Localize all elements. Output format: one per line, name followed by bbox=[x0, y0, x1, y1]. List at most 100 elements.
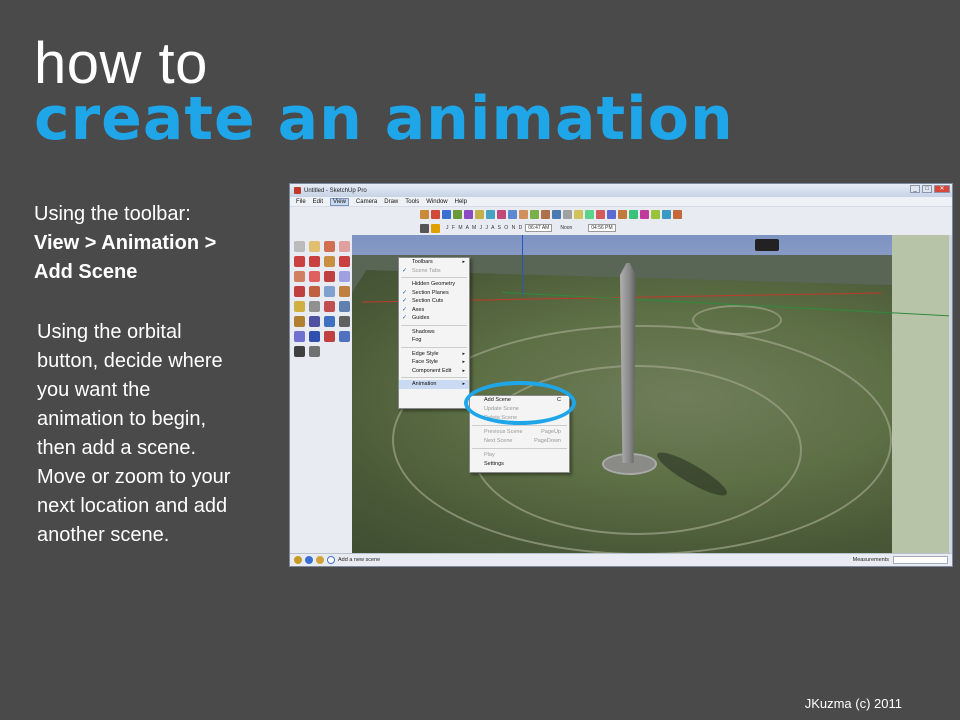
google-earth-icon[interactable] bbox=[651, 209, 660, 219]
close-icon[interactable]: ✕ bbox=[934, 185, 950, 193]
view-menu-toolbars[interactable]: Toolbars ▸ bbox=[399, 258, 469, 267]
text-icon[interactable] bbox=[339, 301, 350, 312]
measurements-input[interactable] bbox=[893, 556, 948, 564]
pan-tool-icon[interactable] bbox=[339, 316, 350, 327]
look-around-icon[interactable] bbox=[339, 331, 350, 342]
zoom-icon[interactable] bbox=[442, 209, 451, 219]
zoom-window-icon[interactable] bbox=[309, 331, 320, 342]
menu-edit[interactable]: Edit bbox=[313, 199, 323, 205]
view-menu-shadows[interactable]: Shadows bbox=[399, 328, 469, 337]
menu-camera[interactable]: Camera bbox=[356, 199, 377, 205]
eraser-icon[interactable] bbox=[339, 241, 350, 252]
user-icon[interactable] bbox=[316, 556, 324, 564]
orbit-tool-icon[interactable] bbox=[324, 316, 335, 327]
circle-icon[interactable] bbox=[324, 256, 335, 267]
get-models-icon[interactable] bbox=[618, 209, 627, 219]
shadow-time-end[interactable]: 04:56 PM bbox=[588, 224, 616, 232]
view-menu-axes[interactable]: ✓ Axes bbox=[399, 306, 469, 315]
select-icon[interactable] bbox=[294, 241, 305, 252]
menu-window[interactable]: Window bbox=[426, 199, 447, 205]
monochrome-icon[interactable] bbox=[607, 209, 616, 219]
front-view-icon[interactable] bbox=[508, 209, 517, 219]
section-plane-icon[interactable] bbox=[309, 346, 320, 357]
share-model-icon[interactable] bbox=[629, 209, 638, 219]
paint-bucket-icon[interactable] bbox=[324, 241, 335, 252]
washington-monument-model[interactable] bbox=[620, 263, 636, 463]
iso-view-icon[interactable] bbox=[486, 209, 495, 219]
follow-me-icon[interactable] bbox=[309, 286, 320, 297]
animation-previous-scene[interactable]: Previous Scene PageUp bbox=[470, 428, 569, 437]
model-viewport[interactable]: Toolbars ▸ ✓ Scene Tabs Hidden Geometry ✓ S… bbox=[352, 235, 952, 553]
orbital-instructions: Using the orbital button, decide where y… bbox=[37, 321, 231, 546]
walk-icon[interactable] bbox=[294, 346, 305, 357]
menu-help[interactable]: Help bbox=[455, 199, 467, 205]
view-menu-section-cuts[interactable]: ✓ Section Cuts bbox=[399, 297, 469, 306]
credits-icon[interactable] bbox=[305, 556, 313, 564]
arc-icon[interactable] bbox=[339, 256, 350, 267]
view-menu-edge-style[interactable]: Edge Style ▸ bbox=[399, 350, 469, 359]
shaded-icon[interactable] bbox=[585, 209, 594, 219]
shadow-settings-icon[interactable] bbox=[420, 223, 429, 233]
tool-palette bbox=[290, 235, 352, 553]
offset-icon[interactable] bbox=[339, 286, 350, 297]
animation-next-scene[interactable]: Next Scene PageDown bbox=[470, 437, 569, 446]
add-location-icon[interactable] bbox=[662, 209, 671, 219]
animation-settings[interactable]: Settings bbox=[470, 460, 569, 469]
scale-icon[interactable] bbox=[324, 286, 335, 297]
menu-file[interactable]: File bbox=[296, 199, 306, 205]
view-menu-animation[interactable]: Animation ▸ bbox=[399, 380, 469, 389]
zoom-extents-icon[interactable] bbox=[453, 209, 462, 219]
menu-draw[interactable]: Draw bbox=[384, 199, 398, 205]
view-menu-face-style[interactable]: Face Style ▸ bbox=[399, 358, 469, 367]
shadow-months[interactable]: J F M A M J J A S O N D bbox=[446, 225, 523, 231]
share-component-icon[interactable] bbox=[640, 209, 649, 219]
next-view-icon[interactable] bbox=[475, 209, 484, 219]
xray-icon[interactable] bbox=[552, 209, 561, 219]
help-icon[interactable] bbox=[327, 556, 335, 564]
wireframe-icon[interactable] bbox=[563, 209, 572, 219]
axes-tool-icon[interactable] bbox=[294, 316, 305, 327]
previous-view-icon[interactable] bbox=[464, 209, 473, 219]
zoom-tool-icon[interactable] bbox=[294, 331, 305, 342]
menu-separator bbox=[401, 377, 467, 378]
position-camera-icon[interactable] bbox=[324, 331, 335, 342]
line-icon[interactable] bbox=[309, 256, 320, 267]
top-view-icon[interactable] bbox=[497, 209, 506, 219]
view-menu-guides[interactable]: ✓ Guides bbox=[399, 314, 469, 323]
protractor-icon[interactable] bbox=[324, 301, 335, 312]
shadow-time-start[interactable]: 06:47 AM bbox=[525, 224, 553, 232]
right-view-icon[interactable] bbox=[519, 209, 528, 219]
make-component-icon[interactable] bbox=[309, 241, 320, 252]
3d-text-icon[interactable] bbox=[309, 316, 320, 327]
hidden-line-icon[interactable] bbox=[574, 209, 583, 219]
geo-location-icon[interactable] bbox=[294, 556, 302, 564]
display-shadows-icon[interactable] bbox=[431, 223, 440, 233]
tape-measure-icon[interactable] bbox=[294, 301, 305, 312]
dimension-icon[interactable] bbox=[309, 301, 320, 312]
textured-icon[interactable] bbox=[596, 209, 605, 219]
maximize-icon[interactable]: □ bbox=[922, 185, 932, 193]
left-view-icon[interactable] bbox=[541, 209, 550, 219]
view-menu-scene-tabs[interactable]: ✓ Scene Tabs bbox=[399, 267, 469, 276]
animation-play[interactable]: Play bbox=[470, 451, 569, 460]
view-menu-component-edit[interactable]: Component Edit ▸ bbox=[399, 367, 469, 376]
menu-view[interactable]: View bbox=[330, 197, 349, 206]
freehand-icon[interactable] bbox=[309, 271, 320, 282]
viewport-scrollbar[interactable] bbox=[949, 235, 952, 553]
rectangle-icon[interactable] bbox=[294, 256, 305, 267]
sketchup-app-icon bbox=[294, 187, 301, 194]
move-icon[interactable] bbox=[324, 271, 335, 282]
view-menu-section-planes[interactable]: ✓ Section Planes bbox=[399, 289, 469, 298]
polygon-icon[interactable] bbox=[294, 271, 305, 282]
menu-tools[interactable]: Tools bbox=[405, 199, 419, 205]
toggle-terrain-icon[interactable] bbox=[673, 209, 682, 219]
view-menu-fog[interactable]: Fog bbox=[399, 336, 469, 345]
minimize-icon[interactable]: _ bbox=[910, 185, 920, 193]
orbit-icon[interactable] bbox=[420, 209, 429, 219]
back-view-icon[interactable] bbox=[530, 209, 539, 219]
pan-icon[interactable] bbox=[431, 209, 440, 219]
push-pull-icon[interactable] bbox=[339, 271, 350, 282]
menu-separator bbox=[401, 346, 467, 348]
view-menu-hidden-geometry[interactable]: Hidden Geometry bbox=[399, 280, 469, 289]
rotate-icon[interactable] bbox=[294, 286, 305, 297]
